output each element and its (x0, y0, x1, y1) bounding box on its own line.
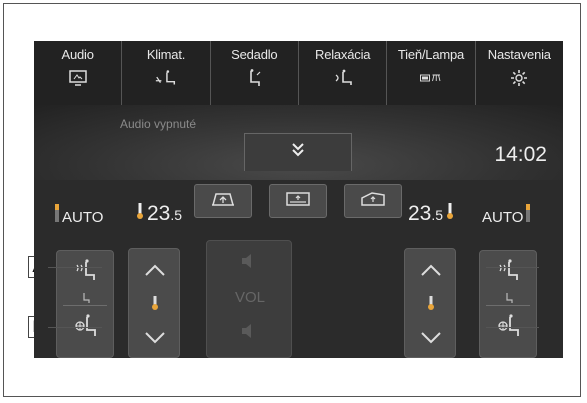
divider (486, 305, 530, 306)
seat-heater-button-right[interactable] (496, 259, 522, 288)
callout-a-right-line (486, 267, 539, 268)
vent-mode-face-button[interactable] (194, 184, 252, 218)
vent-mode-side-button[interactable] (344, 184, 402, 218)
left-temp-control-panel (128, 248, 180, 358)
menu-item-shade-lamp[interactable]: Tieň/Lampa (387, 41, 476, 105)
clock: 14:02 (494, 143, 547, 166)
divider (63, 305, 107, 306)
side-window-vent-icon (359, 190, 387, 213)
climate-seat-icon (154, 68, 178, 88)
volume-down-icon (240, 253, 256, 274)
shade-lamp-icon (419, 68, 443, 88)
chevron-down-icon (145, 332, 165, 344)
menu-item-audio[interactable]: Audio (34, 41, 123, 105)
right-temp-dec: .5 (431, 207, 444, 223)
left-temp-dec: .5 (170, 207, 183, 223)
climate-controls: AUTO 23 .5 23 .5 AUTO VOL (34, 180, 563, 358)
menu-item-climate[interactable]: Klimat. (122, 41, 211, 105)
right-temp-up-button[interactable] (420, 263, 442, 282)
chevron-up-icon (421, 264, 441, 276)
fan-level-indicator (526, 204, 531, 222)
right-temp-int: 23 (408, 202, 432, 225)
seat-mode-indicator-right (502, 291, 516, 309)
double-chevron-down-icon (291, 142, 305, 163)
rear-window-vent-icon (284, 190, 312, 213)
seat-mode-indicator-left (79, 291, 93, 309)
callout-b-left-line (48, 327, 102, 328)
menu-item-relax[interactable]: Relaxácia (299, 41, 388, 105)
right-fan-auto: AUTO (482, 204, 533, 226)
volume-panel: VOL (206, 240, 292, 358)
thermometer-icon (136, 202, 144, 225)
left-temperature: 23 .5 (136, 202, 182, 226)
menu-item-seat[interactable]: Sedadlo (211, 41, 299, 105)
seat-fan-icon (73, 314, 99, 343)
gear-icon (507, 68, 531, 88)
left-auto-label: AUTO (62, 209, 104, 226)
relax-seat-icon (331, 68, 355, 88)
audio-off-status: Audio vypnuté (120, 117, 197, 131)
menu-label: Sedadlo (231, 47, 278, 62)
interior-background: Audio vypnuté 14:02 (34, 105, 563, 180)
thermometer-icon (446, 202, 454, 225)
menu-label: Nastavenia (487, 47, 551, 62)
left-temp-int: 23 (147, 202, 171, 225)
menu-label: Audio (61, 47, 94, 62)
seat-heater-icon (496, 259, 522, 287)
right-temp-down-button[interactable] (420, 331, 442, 350)
seat-fan-icon (496, 314, 522, 343)
left-fan-auto: AUTO (52, 204, 103, 226)
menu-label: Relaxácia (315, 47, 371, 62)
top-menu: Audio Klimat. Sedadlo Relaxácia Tieň/Lam… (34, 41, 563, 105)
left-temp-down-button[interactable] (144, 331, 166, 350)
expand-panel-button[interactable] (244, 133, 352, 171)
menu-item-settings[interactable]: Nastavenia (476, 41, 563, 105)
menu-label: Tieň/Lampa (397, 47, 465, 62)
seat-ventilation-button-right[interactable] (496, 313, 522, 344)
vent-mode-rear-button[interactable] (269, 184, 327, 218)
seat-heater-icon (73, 259, 99, 287)
chevron-up-icon (145, 264, 165, 276)
screen-icon (66, 68, 90, 88)
volume-label: VOL (234, 289, 265, 306)
menu-label: Klimat. (146, 47, 186, 62)
windshield-vent-icon (209, 190, 237, 213)
thermometer-icon (427, 295, 435, 316)
right-temperature: 23 .5 (408, 202, 454, 226)
thermometer-icon (151, 295, 159, 316)
volume-up-icon (240, 323, 256, 344)
right-temp-control-panel (404, 248, 456, 358)
seat-ventilation-button-left[interactable] (73, 313, 99, 344)
seat-icon (242, 68, 266, 88)
seat-heater-button-left[interactable] (73, 259, 99, 288)
callout-a-left-line (48, 267, 102, 268)
callout-b-right-line (486, 327, 539, 328)
left-temp-up-button[interactable] (144, 263, 166, 282)
display-screen: Audio Klimat. Sedadlo Relaxácia Tieň/Lam… (34, 41, 563, 358)
fan-level-indicator (55, 204, 59, 222)
chevron-down-icon (421, 332, 441, 344)
right-auto-label: AUTO (482, 209, 524, 226)
